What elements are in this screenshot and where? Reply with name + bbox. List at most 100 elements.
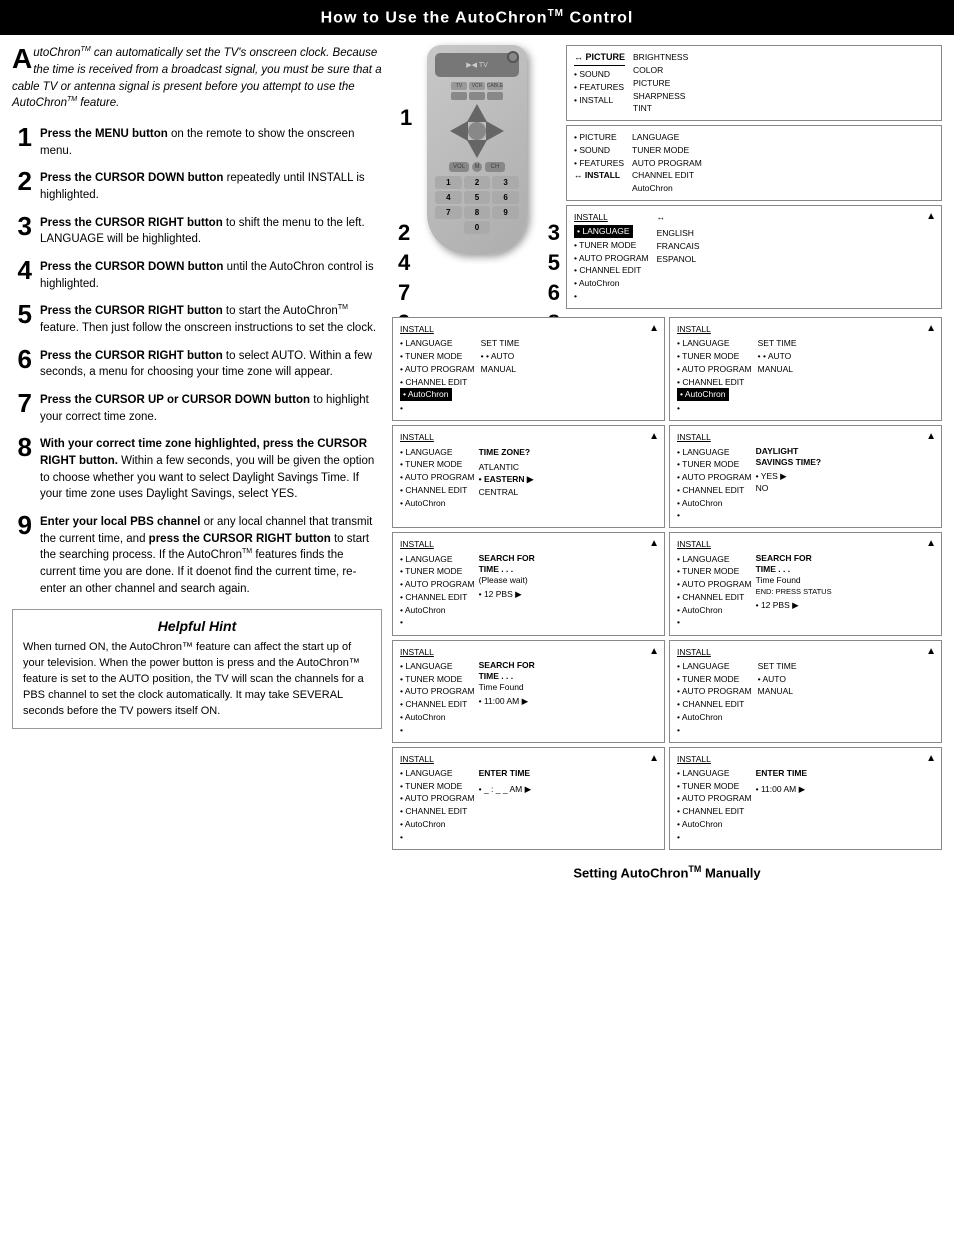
step-3-number: 3 xyxy=(12,213,32,239)
screen-panel-7: ▲ INSTALL • LANGUAGE • TUNER MODE • AUTO… xyxy=(669,425,942,528)
screen-panel-8: ▲ INSTALL • LANGUAGE • TUNER MODE • AUTO… xyxy=(392,532,665,635)
hint-title: Helpful Hint xyxy=(23,618,371,634)
panel-6-right: TIME ZONE? ATLANTIC • EASTERN ▶ CENTRAL xyxy=(479,446,534,510)
panel-6-up-arrow: ▲ xyxy=(649,429,659,445)
step-8-text: With your correct time zone highlighted,… xyxy=(40,434,382,503)
panel-5-settime: SET TIME xyxy=(758,337,797,350)
panel-9-tuner: • TUNER MODE xyxy=(677,565,752,578)
remote-btn-tv: TV xyxy=(451,82,467,90)
panel-4-menu: • LANGUAGE • TUNER MODE • AUTO PROGRAM •… xyxy=(400,337,475,415)
step-4-number: 4 xyxy=(12,257,32,283)
panel-1-sharpness: SHARPNESS xyxy=(633,90,688,103)
bottom-label: Setting AutoChronTM Manually xyxy=(392,860,942,884)
panel-11-right: SET TIME • AUTO MANUAL xyxy=(758,660,797,737)
screen-panel-4: ▲ INSTALL • LANGUAGE • TUNER MODE • AUTO… xyxy=(392,317,665,421)
remote-small-btns-row2 xyxy=(435,92,519,100)
panel-10-right: SEARCH FORTIME . . .Time Found • 11:00 A… xyxy=(479,660,535,737)
panel-3-up-arrow: ▲ xyxy=(926,209,936,225)
remote-btn-5: 5 xyxy=(464,191,491,204)
panel-4-content: • LANGUAGE • TUNER MODE • AUTO PROGRAM •… xyxy=(400,337,657,415)
panel-9-title: INSTALL xyxy=(677,538,934,551)
panel-12-menu: • LANGUAGE • TUNER MODE • AUTO PROGRAM •… xyxy=(400,767,475,844)
panel-3-language-highlighted: • LANGUAGE xyxy=(574,225,633,238)
remote-btn-vcr: VCR xyxy=(469,82,485,90)
panel-2-sound: • SOUND xyxy=(574,144,624,157)
panel-9-search-label: SEARCH FORTIME . . .Time FoundEND: PRESS… xyxy=(756,553,832,597)
header-title: How to Use the AutoChron xyxy=(321,9,548,26)
panel-8-chedit: • CHANNEL EDIT xyxy=(400,591,475,604)
panel-6-content: • LANGUAGE • TUNER MODE • AUTO PROGRAM •… xyxy=(400,446,657,510)
panel-12-content: • LANGUAGE • TUNER MODE • AUTO PROGRAM •… xyxy=(400,767,657,844)
panel-3-tuner: • TUNER MODE xyxy=(574,239,649,252)
step-7-number: 7 xyxy=(12,390,32,416)
panel-2-language: LANGUAGE xyxy=(632,131,702,144)
remote-nav-right xyxy=(486,121,504,141)
panel-13-right: ENTER TIME • 11:00 AM ▶ xyxy=(756,767,807,844)
panel-4-dot: • xyxy=(400,402,475,415)
panel-2-ch-edit: CHANNEL EDIT xyxy=(632,169,702,182)
remote-step-label-4: 4 xyxy=(398,250,410,276)
remote-nav-up xyxy=(467,104,487,122)
panel-8-tuner: • TUNER MODE xyxy=(400,565,475,578)
remote-btn-3: 3 xyxy=(492,176,519,189)
panel-8-language: • LANGUAGE xyxy=(400,553,475,566)
panel-3-right: ↔ ENGLISH FRANCAIS ESPANOL xyxy=(657,211,700,303)
step-9: 9 Enter your local PBS channel or any lo… xyxy=(12,512,382,597)
panel-7-right: DAYLIGHTSAVINGS TIME? • YES ▶ NO xyxy=(756,446,822,523)
panel-2-content: • PICTURE • SOUND • FEATURES ↔ INSTALL L… xyxy=(574,131,934,195)
panel-4-settime: SET TIME xyxy=(481,337,520,350)
remote-step-label-7: 7 xyxy=(398,280,410,306)
remote-step-label-5: 5 xyxy=(548,250,560,276)
panel-13-autoprog: • AUTO PROGRAM xyxy=(677,792,752,805)
step-3: 3 Press the CURSOR RIGHT button to shift… xyxy=(12,213,382,248)
page-wrapper: How to Use the AutoChronTM Control AutoC… xyxy=(0,0,954,894)
panel-9-dot: • xyxy=(677,616,752,629)
panel-12-autochron: • AutoChron xyxy=(400,818,475,831)
remote-graphic: 1 2 4 7 3 5 6 8 9 9 ▶◀ TV xyxy=(392,45,562,309)
panel-11-language: • LANGUAGE xyxy=(677,660,752,673)
remote-step-label-2: 2 xyxy=(398,220,410,246)
panel-4-tuner: • TUNER MODE xyxy=(400,350,475,363)
step-1: 1 Press the MENU button on the remote to… xyxy=(12,124,382,159)
panel-3-english: ENGLISH xyxy=(657,227,700,240)
panel-11-dot: • xyxy=(677,724,752,737)
panel-7-yes: • YES ▶ xyxy=(756,470,822,483)
panel-1-content: ↔ PICTURE • SOUND • FEATURES • INSTALL B… xyxy=(574,51,934,115)
panel-1-item-sound: • SOUND xyxy=(574,68,625,81)
panel-7-autochron: • AutoChron xyxy=(677,497,752,510)
panel-4-language: • LANGUAGE xyxy=(400,337,475,350)
panel-6-autochron: • AutoChron xyxy=(400,497,475,510)
remote-nav-center xyxy=(468,122,486,140)
remote-btn-7: 7 xyxy=(435,206,462,219)
panel-2-install-selected: ↔ INSTALL xyxy=(574,169,624,182)
panel-13-menu: • LANGUAGE • TUNER MODE • AUTO PROGRAM •… xyxy=(677,767,752,844)
panel-11-autoprog: • AUTO PROGRAM xyxy=(677,685,752,698)
panel-5-chedit: • CHANNEL EDIT xyxy=(677,376,752,389)
intro-paragraph: AutoChronTM can automatically set the TV… xyxy=(12,45,382,112)
hint-text: When turned ON, the AutoChron™ feature c… xyxy=(23,640,371,720)
step-2: 2 Press the CURSOR DOWN button repeatedl… xyxy=(12,168,382,203)
panel-1-right: BRIGHTNESS COLOR PICTURE SHARPNESS TINT xyxy=(633,51,688,115)
panel-11-chedit: • CHANNEL EDIT xyxy=(677,698,752,711)
step-7: 7 Press the CURSOR UP or CURSOR DOWN but… xyxy=(12,390,382,425)
panel-4-autoprog: • AUTO PROGRAM xyxy=(400,363,475,376)
screen-panel-9: ▲ INSTALL • LANGUAGE • TUNER MODE • AUTO… xyxy=(669,532,942,635)
panel-1-menu: ↔ PICTURE • SOUND • FEATURES • INSTALL xyxy=(574,51,625,115)
panel-12-time-blank: • _ : _ _ AM ▶ xyxy=(479,783,532,796)
screen-panel-13: ▲ INSTALL • LANGUAGE • TUNER MODE • AUTO… xyxy=(669,747,942,850)
panel-8-channel: • 12 PBS ▶ xyxy=(479,588,535,601)
hint-box: Helpful Hint When turned ON, the AutoChr… xyxy=(12,609,382,729)
panel-3-chedit: • CHANNEL EDIT xyxy=(574,264,649,277)
remote-btn-1: 1 xyxy=(435,176,462,189)
panel-10-autochron: • AutoChron xyxy=(400,711,475,724)
panel-11-manual: MANUAL xyxy=(758,685,797,698)
remote-step-label-3: 3 xyxy=(548,220,560,246)
panel-10-tuner: • TUNER MODE xyxy=(400,673,475,686)
panel-7-tuner: • TUNER MODE xyxy=(677,458,752,471)
panel-4-chedit: • CHANNEL EDIT xyxy=(400,376,475,389)
panel-7-chedit: • CHANNEL EDIT xyxy=(677,484,752,497)
panel-10-title: INSTALL xyxy=(400,646,657,659)
remote-vol-btn: VOL xyxy=(449,162,469,172)
remote-step-label-1: 1 xyxy=(400,105,412,131)
panel-7-autoprog: • AUTO PROGRAM xyxy=(677,471,752,484)
